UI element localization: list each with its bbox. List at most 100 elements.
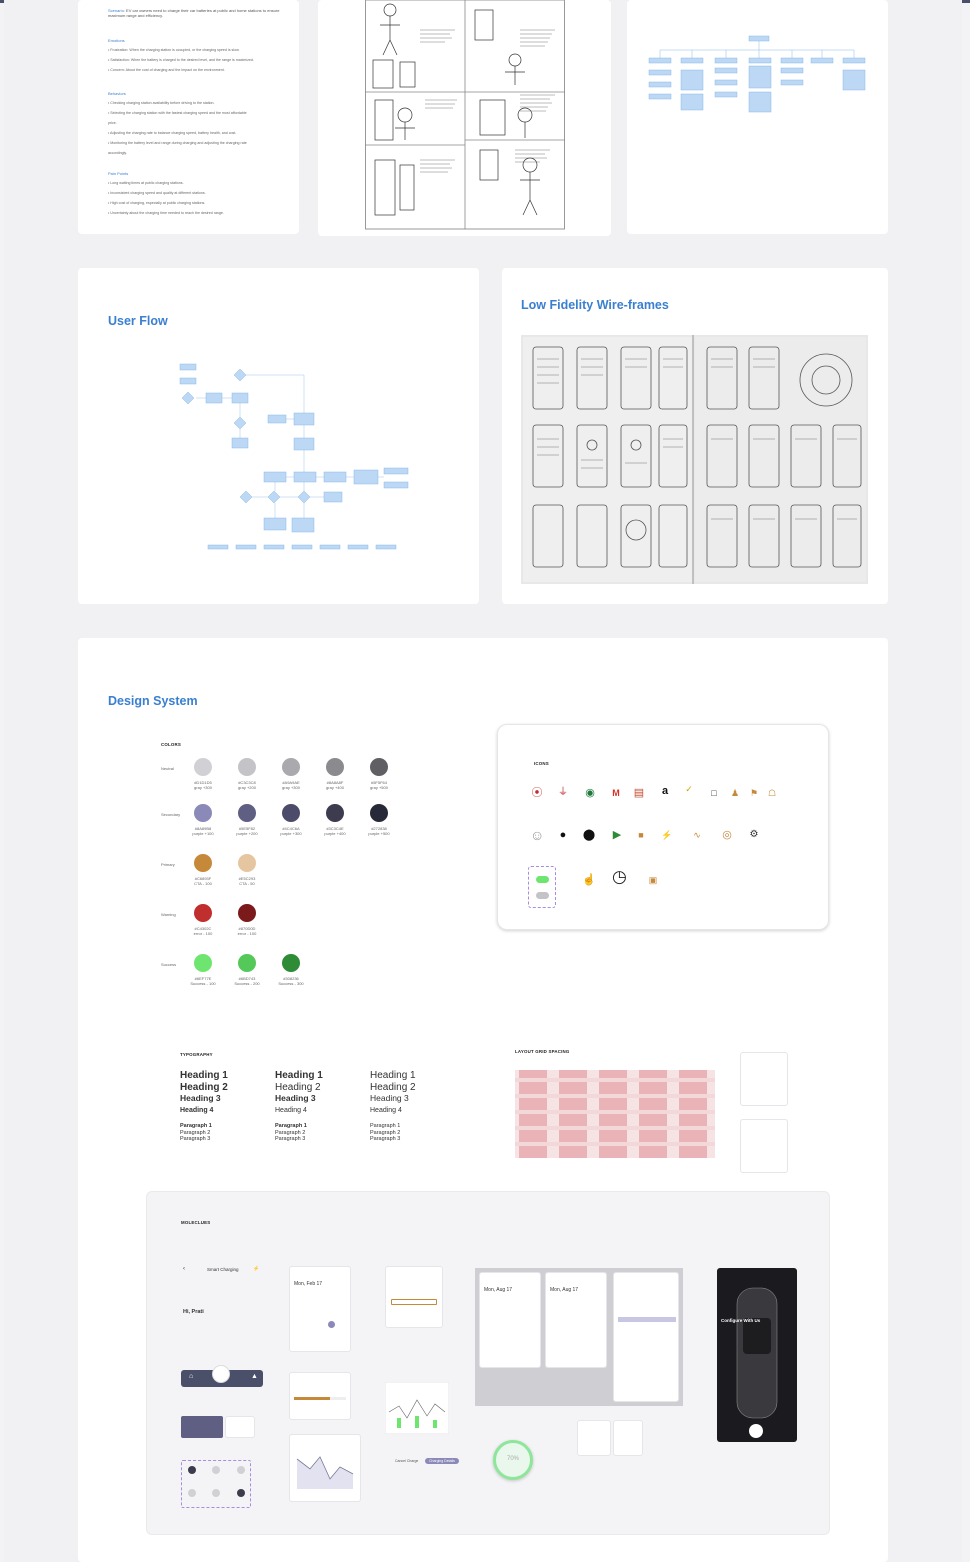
- color-swatch: [282, 954, 300, 972]
- info-card: [613, 1420, 643, 1456]
- emotions-title: Emotions: [108, 38, 125, 43]
- color-name: error - 100: [193, 931, 213, 936]
- chat-icon: □: [711, 788, 717, 798]
- color-name: gray +400: [326, 785, 344, 790]
- paragraph-sample: Paragraph 1: [180, 1123, 212, 1129]
- color-swatch: [370, 758, 388, 776]
- color-code: #308236 Success - 300: [273, 976, 309, 986]
- cancel-charge-button[interactable]: Cancel Charge: [391, 1458, 422, 1464]
- molecules-panel: MOLECLUES ‹ Smart Charging ⚡ Hi, Prati ⌂…: [146, 1191, 830, 1535]
- color-code: #272838 purple +500: [361, 826, 397, 836]
- paragraph-sample: Paragraph 1: [275, 1123, 307, 1129]
- bell-icon: ⚑: [749, 788, 759, 798]
- nav-center-button[interactable]: [212, 1365, 230, 1383]
- option-dot[interactable]: [237, 1466, 245, 1474]
- layout-grid-panel: LAYOUT GRID SPACING: [498, 1018, 828, 1173]
- charging-options-grid: [181, 1460, 251, 1508]
- charging-card-light: [225, 1416, 255, 1438]
- option-dot[interactable]: [212, 1489, 220, 1497]
- color-swatch: [238, 758, 256, 776]
- color-swatch: [238, 804, 256, 822]
- option-dot[interactable]: [212, 1466, 220, 1474]
- option-dot[interactable]: [188, 1489, 196, 1497]
- paragraph-sample: Paragraph 3: [370, 1136, 401, 1142]
- color-name: purple +500: [368, 831, 390, 836]
- icons-label: ICONS: [534, 761, 549, 766]
- chart-card: [289, 1434, 361, 1502]
- charging-card-dark: [181, 1416, 223, 1438]
- car-image: [736, 1287, 778, 1419]
- heading-sample: Heading 2: [370, 1081, 416, 1093]
- color-code: #C3C3C8 gray +200: [229, 780, 265, 790]
- profile-icon: ◎: [722, 829, 732, 841]
- time-input-field[interactable]: [391, 1299, 437, 1305]
- heading-sample: Heading 4: [180, 1106, 214, 1114]
- lock-icon: ☖: [767, 788, 777, 798]
- persona-card: Scenario: EV car owners need to charge t…: [78, 0, 299, 234]
- scenario-label: Scenario:: [108, 8, 125, 13]
- toggle-switch-on[interactable]: [536, 876, 549, 883]
- site-map-diagram: [648, 35, 866, 113]
- scenario-text: Scenario: EV car owners need to charge t…: [108, 8, 280, 19]
- color-swatch: [194, 954, 212, 972]
- emotion-item: • Frustration: When the charging station…: [108, 48, 240, 52]
- back-arrow-icon[interactable]: ‹: [183, 1266, 185, 1272]
- heading-sample: Heading 3: [370, 1093, 409, 1103]
- user-flow-diagram: [179, 363, 409, 550]
- heading-sample: Heading 3: [180, 1093, 221, 1103]
- layout-grid-label: LAYOUT GRID SPACING: [515, 1049, 570, 1054]
- paragraph-sample: Paragraph 3: [180, 1136, 211, 1142]
- color-swatch: [194, 904, 212, 922]
- toggle-group: [528, 866, 556, 908]
- dominos-icon: ✓: [685, 784, 693, 794]
- nav-user-icon[interactable]: ▲: [251, 1373, 258, 1380]
- color-code: #8A8A8F gray +400: [317, 780, 353, 790]
- info-card: [577, 1420, 611, 1456]
- color-name: error - 100: [237, 931, 257, 936]
- date-range-picker: [613, 1272, 679, 1402]
- typography-panel: TYPOGRAPHY Heading 1 Heading 2 Heading 3 He…: [148, 1018, 478, 1168]
- color-code: #6EF77E Success - 100: [185, 976, 221, 986]
- route-icon: ∿: [693, 830, 701, 840]
- painpoint-item: • Long waiting times at public charging …: [108, 181, 184, 185]
- emotion-item: • Concern: About the cost of charging an…: [108, 68, 225, 72]
- option-dot[interactable]: [188, 1466, 196, 1474]
- bar-line-chart: [385, 1382, 449, 1434]
- mcdonalds-icon: M: [612, 788, 620, 798]
- calendar-selected-day[interactable]: [328, 1321, 335, 1328]
- greeting-bar: Hi, Prati: [183, 1300, 263, 1315]
- paragraph-sample: Paragraph 2: [275, 1129, 306, 1136]
- calendar-date-title: Mon, Aug 17: [484, 1287, 513, 1293]
- charging-details-button[interactable]: Charging Details: [425, 1458, 459, 1464]
- color-name: gray +200: [238, 785, 256, 790]
- colors-panel: COLORS Neutral #D1D1D5 gray +300 #C3C3C8 gra…: [146, 724, 476, 994]
- color-code: #5E5F82 purple +200: [229, 826, 265, 836]
- option-dot[interactable]: [237, 1489, 245, 1497]
- storyboard-card: [318, 0, 611, 236]
- home-icon[interactable]: ⌂: [189, 1373, 193, 1380]
- behavior-item: accordingly.: [108, 151, 127, 155]
- user-icon: ♟: [730, 788, 740, 798]
- fuel-icon: ■: [638, 830, 644, 840]
- wireframe-sketch-image: [521, 335, 868, 584]
- action-buttons: Cancel Charge Charging Details: [391, 1458, 463, 1478]
- color-code: #D1D1D5 gray +300: [185, 780, 221, 790]
- face-icon: ☺: [530, 827, 545, 843]
- car-promo-button[interactable]: [749, 1424, 763, 1438]
- stop-icon: ⦿: [531, 787, 543, 799]
- calendar-icon: ▣: [648, 875, 658, 885]
- heading-sample: Heading 1: [180, 1070, 228, 1081]
- toggle-switch-off[interactable]: [536, 892, 549, 899]
- storyboard-sketch-image: [365, 0, 565, 230]
- color-swatch: [194, 758, 212, 776]
- apple-icon: ●: [559, 829, 567, 841]
- design-system-card: Design System COLORS Neutral #D1D1D5 gray …: [78, 638, 888, 1562]
- color-name: purple +400: [324, 831, 346, 836]
- greeting-text: Hi, Prati: [183, 1309, 204, 1315]
- painpoint-item: • Uncertainty about the charging time ne…: [108, 211, 224, 215]
- selected-range: [618, 1317, 676, 1322]
- painpoints-title: Pain Points: [108, 171, 129, 176]
- calendar-widget: Mon, Aug 17: [545, 1272, 607, 1368]
- color-code: #870D0D error - 100: [229, 926, 265, 936]
- calendar-date-title: Mon, Feb 17: [294, 1281, 323, 1287]
